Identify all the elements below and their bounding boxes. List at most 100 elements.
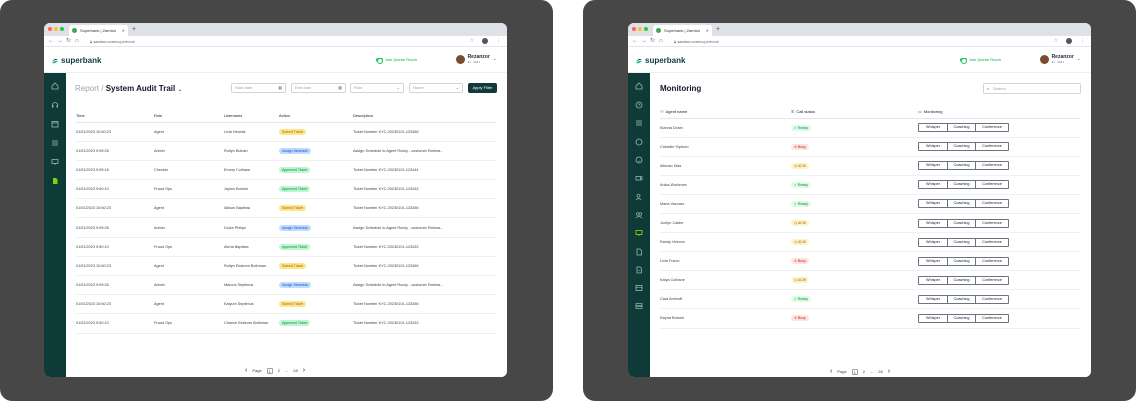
- browser-tab[interactable]: Superbank | Zamtoo ✕: [69, 25, 128, 36]
- user-menu[interactable]: Rezanzor ID - 1041 ⌄: [1039, 54, 1081, 64]
- whisper-button[interactable]: Whisper: [919, 315, 947, 322]
- file-icon[interactable]: [635, 248, 643, 256]
- calendar-icon[interactable]: [51, 120, 59, 128]
- whisper-button[interactable]: Whisper: [919, 124, 947, 131]
- conference-button[interactable]: Conference: [976, 162, 1008, 169]
- brand-logo[interactable]: superbank: [51, 56, 101, 65]
- table-row[interactable]: 01/01/2023 9:59:26 Admin Dulce Philips Assi…: [76, 217, 496, 238]
- role-filter[interactable]: Role ⌄: [350, 83, 404, 93]
- bookmark-icon[interactable]: ☆: [470, 38, 474, 44]
- conference-button[interactable]: Conference: [976, 239, 1008, 246]
- chevron-left-icon[interactable]: ‹: [830, 368, 832, 375]
- conference-button[interactable]: Conference: [976, 315, 1008, 322]
- close-tab-icon[interactable]: ✕: [706, 25, 709, 36]
- document-icon[interactable]: [51, 177, 59, 185]
- sliders-icon[interactable]: [635, 119, 643, 127]
- coaching-button[interactable]: Coaching: [947, 162, 976, 170]
- monitor-icon[interactable]: [51, 158, 59, 166]
- table-row[interactable]: 01/01/2023 9:59:16 Checker Emery Culhane Ap…: [76, 160, 496, 181]
- page-next[interactable]: 2: [863, 369, 865, 374]
- close-tab-icon[interactable]: ✕: [122, 25, 125, 36]
- video-icon[interactable]: [635, 174, 643, 182]
- minimize-window-button[interactable]: [54, 27, 58, 31]
- forward-icon[interactable]: →: [57, 37, 63, 45]
- whisper-button[interactable]: Whisper: [919, 258, 947, 265]
- name-filter[interactable]: Name ⌄: [409, 83, 463, 93]
- home-icon[interactable]: [51, 82, 59, 90]
- coaching-button[interactable]: Coaching: [947, 143, 976, 151]
- page-last[interactable]: 28: [293, 368, 297, 373]
- new-tab-icon[interactable]: +: [716, 24, 720, 35]
- clock-icon[interactable]: [635, 101, 643, 109]
- home-nav-icon[interactable]: ⌂: [75, 37, 79, 45]
- chevron-left-icon[interactable]: ‹: [245, 367, 247, 374]
- brand-logo[interactable]: superbank: [635, 56, 685, 65]
- coaching-button[interactable]: Coaching: [947, 200, 976, 208]
- reload-icon[interactable]: ↻: [66, 37, 71, 45]
- chevron-down-icon[interactable]: ⌄: [177, 87, 182, 93]
- conference-button[interactable]: Conference: [976, 200, 1008, 207]
- table-icon[interactable]: [635, 284, 643, 292]
- conference-button[interactable]: Conference: [976, 258, 1008, 265]
- table-row[interactable]: 01/01/2023 9:59:26 Admin Roltyn Botosh Assi…: [76, 141, 496, 161]
- maximize-window-button[interactable]: [644, 27, 648, 31]
- whisper-button[interactable]: Whisper: [919, 277, 947, 284]
- new-tab-icon[interactable]: +: [132, 24, 136, 35]
- browser-tab[interactable]: Superbank | Zamtoo ✕: [653, 25, 712, 36]
- url-field[interactable]: 🔒︎ zamtoo.com/superbank: [90, 39, 135, 44]
- url-field[interactable]: 🔒︎ zamtoo.com/superbank: [674, 39, 719, 44]
- close-window-button[interactable]: [632, 27, 636, 31]
- monitor-icon[interactable]: [635, 229, 643, 237]
- server-icon[interactable]: [635, 302, 643, 310]
- home-nav-icon[interactable]: ⌂: [659, 37, 663, 45]
- chevron-right-icon[interactable]: ›: [303, 367, 305, 374]
- whisper-button[interactable]: Whisper: [919, 220, 947, 227]
- whisper-button[interactable]: Whisper: [919, 143, 947, 150]
- table-row[interactable]: 01/01/2023 9:59:26 Admin Marcus Septimus As…: [76, 275, 496, 296]
- conference-button[interactable]: Conference: [976, 124, 1008, 131]
- coaching-button[interactable]: Coaching: [947, 257, 976, 265]
- coaching-button[interactable]: Coaching: [947, 124, 976, 132]
- start-date-filter[interactable]: Start date ▦: [231, 83, 286, 93]
- conference-button[interactable]: Conference: [976, 181, 1008, 188]
- whisper-button[interactable]: Whisper: [919, 296, 947, 303]
- table-row[interactable]: 01/01/2023 9:60:10 Fraud Ops Chance Ekstro…: [76, 313, 496, 334]
- coaching-button[interactable]: Coaching: [947, 238, 976, 246]
- apply-filter-button[interactable]: Apply Filter: [468, 83, 497, 93]
- whisper-button[interactable]: Whisper: [919, 239, 947, 246]
- conference-button[interactable]: Conference: [976, 143, 1008, 150]
- page-current[interactable]: 1: [851, 368, 858, 375]
- conference-button[interactable]: Conference: [976, 277, 1008, 284]
- reload-icon[interactable]: ↻: [650, 37, 655, 45]
- coaching-button[interactable]: Coaching: [947, 314, 976, 322]
- user-add-icon[interactable]: [635, 193, 643, 201]
- maximize-window-button[interactable]: [60, 27, 64, 31]
- menu-icon[interactable]: ⋮: [496, 38, 501, 44]
- end-date-filter[interactable]: End date ▦: [291, 83, 346, 93]
- profile-icon[interactable]: [482, 38, 488, 44]
- home-icon[interactable]: [635, 82, 643, 90]
- table-row[interactable]: 01/01/2023 9:60:10 Fraud Ops Jaylon Botosh…: [76, 179, 496, 200]
- whisper-button[interactable]: Whisper: [919, 181, 947, 188]
- chevron-right-icon[interactable]: ›: [888, 368, 890, 375]
- page-last[interactable]: 28: [878, 369, 882, 374]
- headset-icon[interactable]: [51, 101, 59, 109]
- page-next[interactable]: 2: [278, 368, 280, 373]
- users-icon[interactable]: [635, 211, 643, 219]
- coaching-button[interactable]: Coaching: [947, 181, 976, 189]
- coaching-button[interactable]: Coaching: [947, 219, 976, 227]
- file-text-icon[interactable]: [635, 266, 643, 274]
- profile-icon[interactable]: [1066, 38, 1072, 44]
- close-window-button[interactable]: [48, 27, 52, 31]
- table-row[interactable]: 01/01/2023 10:60:23 Agent Allison Baptista…: [76, 198, 496, 219]
- coaching-button[interactable]: Coaching: [947, 276, 976, 284]
- table-row[interactable]: 01/01/2023 10:60:23 Agent Kaiyum Septimus S…: [76, 294, 496, 315]
- back-icon[interactable]: ←: [48, 37, 54, 45]
- breadcrumb[interactable]: Report: [75, 84, 99, 93]
- user-menu[interactable]: Rezanzor ID - 1041 ⌄: [455, 54, 497, 64]
- table-row[interactable]: 01/01/2023 9:60:10 Fraud Ops Alena Baptist…: [76, 237, 496, 257]
- page-current[interactable]: 1: [266, 367, 273, 374]
- minimize-window-button[interactable]: [638, 27, 642, 31]
- smile-icon[interactable]: [635, 156, 643, 164]
- forward-icon[interactable]: →: [641, 37, 647, 45]
